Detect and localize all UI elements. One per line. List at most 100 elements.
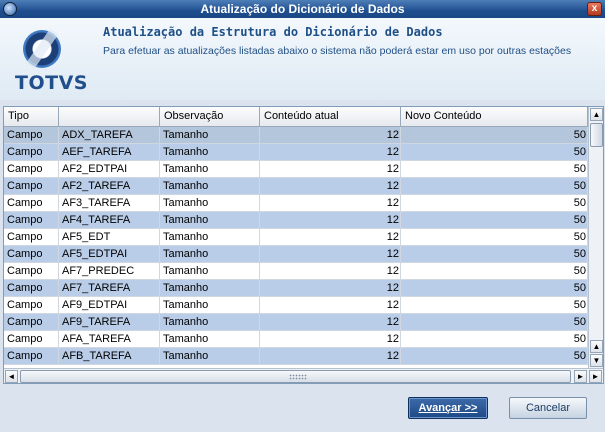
- cell-observacao: Tamanho: [160, 178, 260, 195]
- cell-name: AF2_EDTPAI: [59, 161, 160, 178]
- cell-tipo: Campo: [4, 331, 59, 348]
- table-row[interactable]: Campo AFB_TAREFA Tamanho 12 50: [4, 348, 588, 365]
- cell-tipo: Campo: [4, 144, 59, 161]
- cell-novo-conteudo: 50: [401, 127, 588, 144]
- column-header-conteudo-atual[interactable]: Conteúdo atual: [260, 107, 401, 127]
- cell-conteudo-atual: 12: [260, 246, 401, 263]
- table-row[interactable]: Campo AF2_EDTPAI Tamanho 12 50: [4, 161, 588, 178]
- wizard-header: TOTVS Atualização da Estrutura do Dicion…: [0, 18, 605, 100]
- grip-icon: [289, 374, 307, 380]
- table-row[interactable]: Campo AF7_PREDEC Tamanho 12 50: [4, 263, 588, 280]
- grid-header: Tipo Observação Conteúdo atual Novo Cont…: [4, 107, 588, 127]
- cell-conteudo-atual: 12: [260, 297, 401, 314]
- table-row[interactable]: Campo AEF_TAREFA Tamanho 12 50: [4, 144, 588, 161]
- table-row[interactable]: Campo ADX_TAREFA Tamanho 12 50: [4, 127, 588, 144]
- cell-name: AFA_TAREFA: [59, 331, 160, 348]
- cell-novo-conteudo: 50: [401, 195, 588, 212]
- cell-novo-conteudo: 50: [401, 144, 588, 161]
- cell-novo-conteudo: 50: [401, 161, 588, 178]
- cell-tipo: Campo: [4, 297, 59, 314]
- cell-name: AF7_TAREFA: [59, 280, 160, 297]
- updates-grid[interactable]: Tipo Observação Conteúdo atual Novo Cont…: [3, 106, 604, 384]
- cell-observacao: Tamanho: [160, 246, 260, 263]
- cell-conteudo-atual: 12: [260, 212, 401, 229]
- scroll-right-icon[interactable]: ►: [574, 370, 587, 383]
- cell-name: AF4_TAREFA: [59, 212, 160, 229]
- cell-observacao: Tamanho: [160, 297, 260, 314]
- cell-observacao: Tamanho: [160, 161, 260, 178]
- totvs-logo: TOTVS: [12, 28, 87, 94]
- totvs-logo-icon: [23, 30, 61, 68]
- scroll-up-icon[interactable]: ▲: [590, 108, 603, 121]
- horizontal-scrollbar[interactable]: ◄ ► ►: [4, 368, 603, 383]
- cell-observacao: Tamanho: [160, 280, 260, 297]
- column-header-observacao[interactable]: Observação: [160, 107, 260, 127]
- cell-name: AF7_PREDEC: [59, 263, 160, 280]
- cell-tipo: Campo: [4, 280, 59, 297]
- cell-novo-conteudo: 50: [401, 314, 588, 331]
- cell-name: AF9_TAREFA: [59, 314, 160, 331]
- table-row[interactable]: Campo AF2_TAREFA Tamanho 12 50: [4, 178, 588, 195]
- cell-tipo: Campo: [4, 127, 59, 144]
- table-row[interactable]: Campo AF5_EDTPAI Tamanho 12 50: [4, 246, 588, 263]
- cell-name: ADX_TAREFA: [59, 127, 160, 144]
- cell-conteudo-atual: 12: [260, 280, 401, 297]
- column-header-tipo[interactable]: Tipo: [4, 107, 59, 127]
- cell-conteudo-atual: 12: [260, 263, 401, 280]
- cell-conteudo-atual: 12: [260, 348, 401, 365]
- header-title: Atualização da Estrutura do Dicionário d…: [103, 25, 443, 39]
- cell-novo-conteudo: 50: [401, 280, 588, 297]
- table-row[interactable]: Campo AF4_TAREFA Tamanho 12 50: [4, 212, 588, 229]
- scroll-left-icon[interactable]: ◄: [5, 370, 18, 383]
- cell-conteudo-atual: 12: [260, 195, 401, 212]
- cell-conteudo-atual: 12: [260, 127, 401, 144]
- grid-rows: Campo ADX_TAREFA Tamanho 12 50 Campo AEF_TAREF…: [4, 127, 588, 365]
- cell-conteudo-atual: 12: [260, 314, 401, 331]
- scroll-down-icon[interactable]: ▼: [590, 354, 603, 367]
- scroll-up-icon[interactable]: ▲: [590, 340, 603, 353]
- cell-observacao: Tamanho: [160, 229, 260, 246]
- cell-name: AF5_EDTPAI: [59, 246, 160, 263]
- cell-observacao: Tamanho: [160, 314, 260, 331]
- cell-observacao: Tamanho: [160, 127, 260, 144]
- cancel-button[interactable]: Cancelar: [509, 397, 587, 419]
- cell-name: AF2_TAREFA: [59, 178, 160, 195]
- cell-novo-conteudo: 50: [401, 212, 588, 229]
- logo-text: TOTVS: [15, 72, 88, 94]
- cell-conteudo-atual: 12: [260, 161, 401, 178]
- cell-observacao: Tamanho: [160, 348, 260, 365]
- cell-name: AEF_TAREFA: [59, 144, 160, 161]
- cell-tipo: Campo: [4, 161, 59, 178]
- next-button[interactable]: Avançar >>: [408, 397, 488, 419]
- table-row[interactable]: Campo AF9_EDTPAI Tamanho 12 50: [4, 297, 588, 314]
- table-row[interactable]: Campo AFA_TAREFA Tamanho 12 50: [4, 331, 588, 348]
- column-header-name[interactable]: [59, 107, 160, 127]
- cell-observacao: Tamanho: [160, 195, 260, 212]
- cell-tipo: Campo: [4, 195, 59, 212]
- cell-novo-conteudo: 50: [401, 348, 588, 365]
- table-row[interactable]: Campo AF7_TAREFA Tamanho 12 50: [4, 280, 588, 297]
- table-row[interactable]: Campo AF3_TAREFA Tamanho 12 50: [4, 195, 588, 212]
- cell-name: AF5_EDT: [59, 229, 160, 246]
- close-button[interactable]: x: [587, 2, 602, 16]
- table-row[interactable]: Campo AF5_EDT Tamanho 12 50: [4, 229, 588, 246]
- table-row[interactable]: Campo AF9_TAREFA Tamanho 12 50: [4, 314, 588, 331]
- cell-observacao: Tamanho: [160, 212, 260, 229]
- cell-conteudo-atual: 12: [260, 178, 401, 195]
- cell-observacao: Tamanho: [160, 144, 260, 161]
- cell-observacao: Tamanho: [160, 331, 260, 348]
- vertical-scrollbar[interactable]: ▲ ▲ ▼: [588, 107, 603, 368]
- title-bar: Atualização do Dicionário de Dados x: [0, 0, 605, 18]
- window-title: Atualização do Dicionário de Dados: [200, 2, 405, 16]
- cell-novo-conteudo: 50: [401, 331, 588, 348]
- cell-novo-conteudo: 50: [401, 263, 588, 280]
- cell-tipo: Campo: [4, 229, 59, 246]
- cell-observacao: Tamanho: [160, 263, 260, 280]
- horizontal-scroll-thumb[interactable]: [20, 370, 571, 383]
- cell-novo-conteudo: 50: [401, 178, 588, 195]
- cell-novo-conteudo: 50: [401, 297, 588, 314]
- scroll-right-icon[interactable]: ►: [589, 370, 602, 383]
- vertical-scroll-thumb[interactable]: [590, 123, 603, 147]
- column-header-novo-conteudo[interactable]: Novo Conteúdo: [401, 107, 588, 127]
- cell-conteudo-atual: 12: [260, 229, 401, 246]
